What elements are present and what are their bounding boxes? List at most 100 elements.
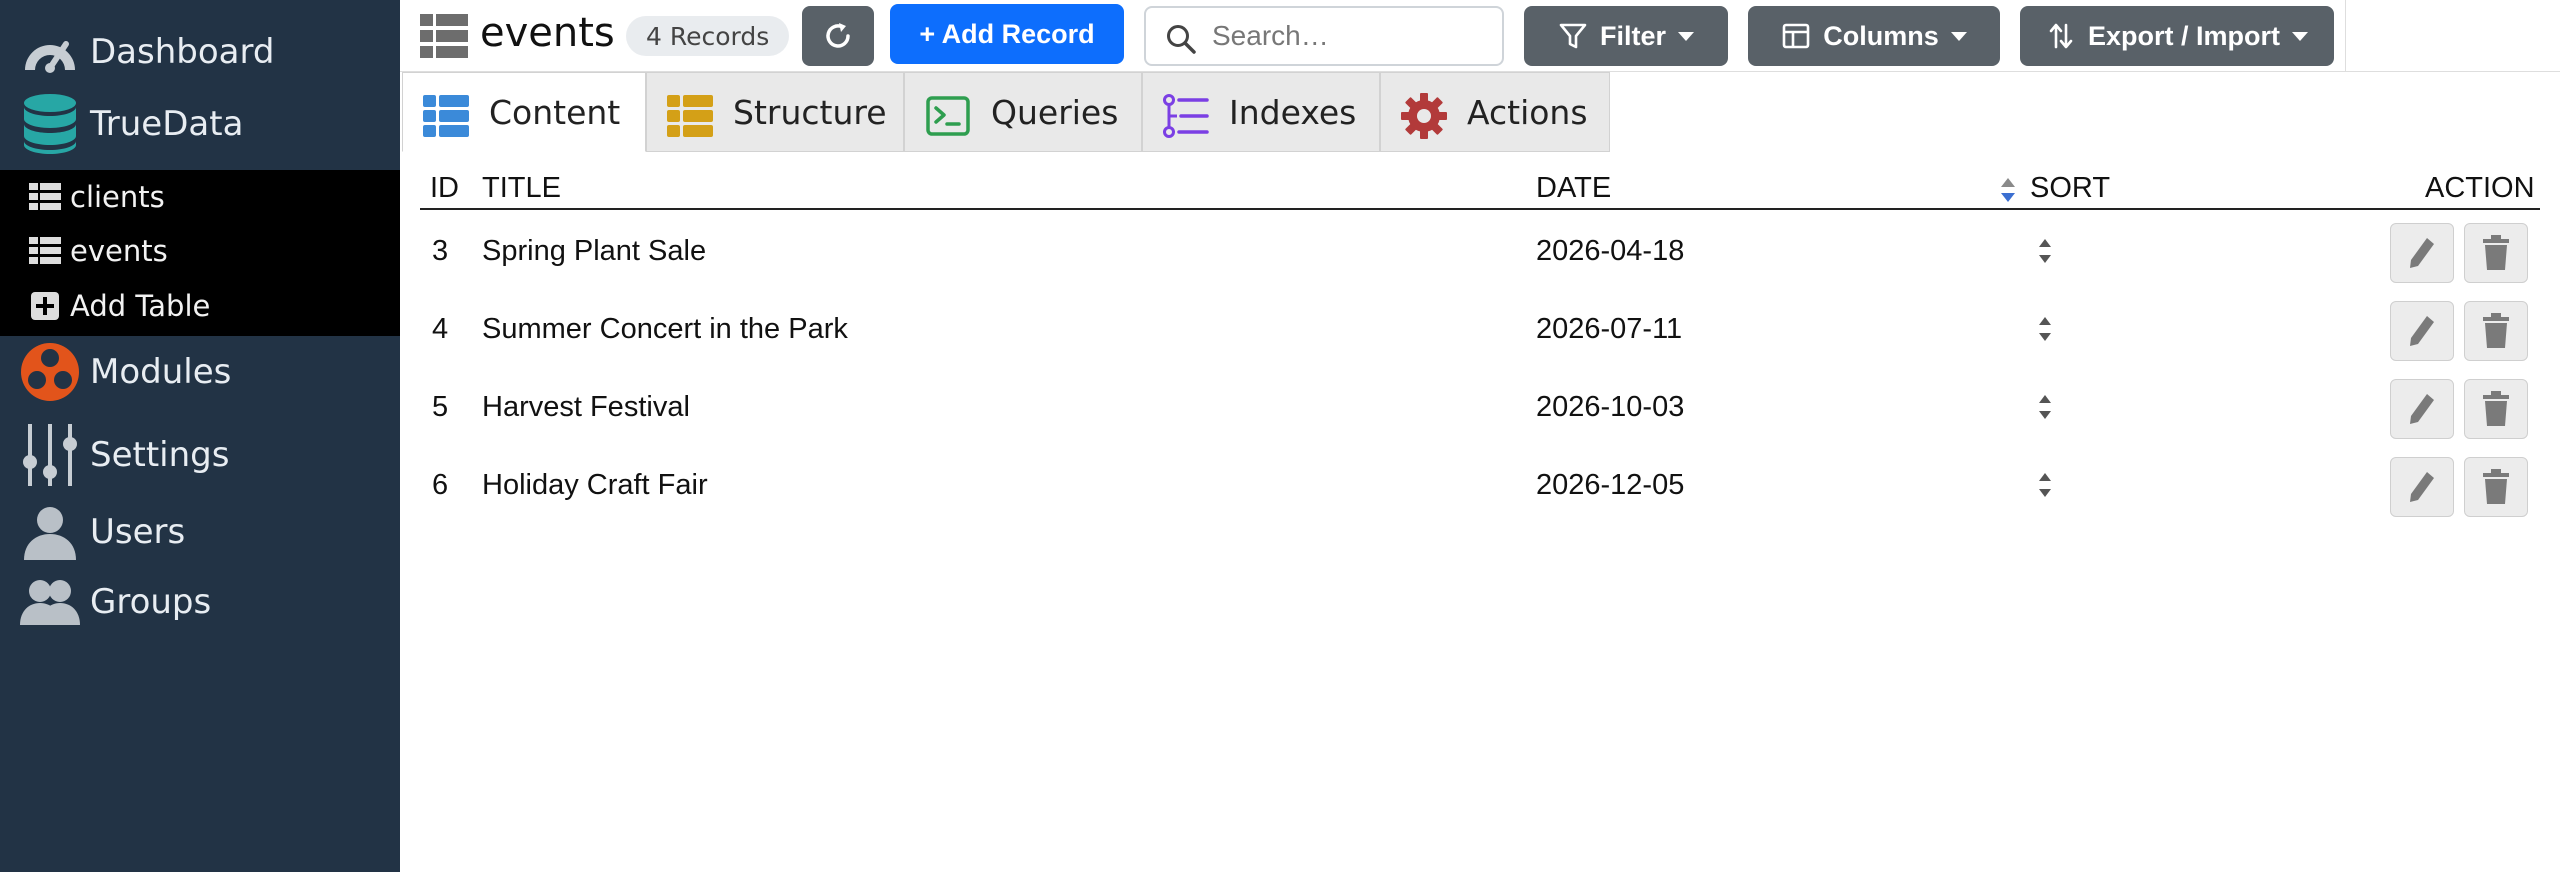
refresh-button[interactable]	[802, 6, 874, 66]
users-icon	[20, 572, 80, 632]
cell-title: Spring Plant Sale	[482, 235, 707, 267]
edit-button[interactable]	[2390, 301, 2454, 361]
drag-sort-handle-icon[interactable]	[2038, 237, 2054, 269]
sidebar-item-settings[interactable]: Settings	[0, 422, 400, 488]
search-box	[1144, 6, 1504, 66]
gear-icon	[1401, 93, 1447, 139]
sidebar-item-label: Settings	[90, 435, 230, 475]
drag-sort-handle-icon[interactable]	[2038, 471, 2054, 503]
add-record-button[interactable]: + Add Record	[890, 4, 1124, 64]
table-icon	[28, 234, 62, 268]
tab-label: Actions	[1467, 93, 1588, 132]
search-input[interactable]	[1212, 16, 1492, 56]
cell-title: Harvest Festival	[482, 391, 690, 423]
edit-button[interactable]	[2390, 379, 2454, 439]
tab-structure[interactable]: Structure	[646, 72, 904, 152]
table-header: ID TITLE DATE SORT ACTION	[420, 170, 2540, 210]
cell-id: 4	[432, 313, 449, 345]
delete-button[interactable]	[2464, 301, 2528, 361]
table-icon	[28, 180, 62, 214]
edit-button[interactable]	[2390, 457, 2454, 517]
sidebar-item-groups[interactable]: Groups	[0, 572, 400, 632]
delete-button[interactable]	[2464, 223, 2528, 283]
filter-icon	[1558, 21, 1588, 51]
tab-label: Queries	[991, 93, 1119, 132]
column-header-title[interactable]: TITLE	[482, 172, 561, 205]
columns-label: Columns	[1823, 20, 1939, 51]
tab-label: Indexes	[1229, 93, 1357, 132]
drag-sort-handle-icon[interactable]	[2038, 315, 2054, 347]
list-icon	[667, 93, 713, 139]
column-header-id[interactable]: ID	[430, 172, 459, 205]
trash-icon	[2481, 391, 2511, 427]
sidebar-table-events[interactable]: events	[0, 226, 400, 276]
tab-queries[interactable]: Queries	[904, 72, 1142, 152]
pencil-icon	[2407, 314, 2437, 348]
filter-button[interactable]: Filter	[1524, 6, 1728, 66]
edit-button[interactable]	[2390, 223, 2454, 283]
trash-icon	[2481, 235, 2511, 271]
add-table-button[interactable]: Add Table	[0, 281, 400, 331]
columns-icon	[1781, 21, 1811, 51]
sidebar-item-label: TrueData	[90, 104, 244, 144]
cell-date: 2026-10-03	[1536, 391, 1685, 423]
column-header-date[interactable]: DATE	[1536, 172, 1611, 205]
table-row: 6 Holiday Craft Fair 2026-12-05	[420, 447, 2540, 525]
tab-actions[interactable]: Actions	[1380, 72, 1610, 152]
export-import-label: Export / Import	[2087, 20, 2280, 51]
user-icon	[20, 502, 80, 562]
column-header-sort[interactable]: SORT	[2030, 172, 2110, 205]
pencil-icon	[2407, 392, 2437, 426]
sort-arrows-icon	[2046, 21, 2076, 51]
filter-label: Filter	[1599, 20, 1666, 51]
topbar: events 4 Records + Add Record Filter	[400, 0, 2560, 72]
plus-square-icon	[28, 289, 62, 323]
tab-indexes[interactable]: Indexes	[1142, 72, 1380, 152]
delete-button[interactable]	[2464, 379, 2528, 439]
chevron-down-icon	[1950, 31, 1967, 41]
sidebar-item-dashboard[interactable]: Dashboard	[0, 22, 400, 82]
refresh-icon	[822, 20, 854, 52]
trash-icon	[2481, 469, 2511, 505]
sidebar-item-label: Modules	[90, 352, 232, 392]
cell-date: 2026-04-18	[1536, 235, 1685, 267]
sidebar-item-users[interactable]: Users	[0, 502, 400, 562]
tab-content[interactable]: Content	[402, 72, 646, 152]
table-subnav: clients events Add Table	[0, 170, 400, 336]
cell-date: 2026-07-11	[1536, 313, 1683, 345]
cell-date: 2026-12-05	[1536, 469, 1685, 501]
sidebar: Dashboard TrueData clients events Add Ta…	[0, 0, 400, 872]
chevron-down-icon	[1678, 31, 1694, 41]
database-icon	[20, 94, 80, 154]
modules-icon	[20, 342, 80, 402]
topbar-divider	[2345, 0, 2346, 72]
cell-id: 6	[432, 469, 449, 501]
cell-title: Holiday Craft Fair	[482, 469, 708, 501]
terminal-icon	[925, 93, 971, 139]
add-table-label: Add Table	[70, 289, 211, 323]
tab-label: Structure	[733, 93, 887, 132]
tab-label: Content	[489, 93, 621, 132]
delete-button[interactable]	[2464, 457, 2528, 517]
gauge-icon	[20, 22, 80, 82]
sidebar-item-label: Users	[90, 512, 186, 552]
export-import-button[interactable]: Export / Import	[2020, 6, 2334, 66]
pencil-icon	[2407, 470, 2437, 504]
sidebar-item-label: Groups	[90, 582, 212, 622]
sidebar-table-label: events	[70, 234, 168, 268]
table-row: 4 Summer Concert in the Park 2026-07-11	[420, 291, 2540, 369]
cell-title: Summer Concert in the Park	[482, 313, 848, 345]
list-tree-icon	[1163, 93, 1209, 139]
sidebar-item-label: Dashboard	[90, 32, 275, 72]
columns-button[interactable]: Columns	[1748, 6, 2000, 66]
search-icon	[1166, 24, 1196, 54]
cell-id: 3	[432, 235, 449, 267]
sliders-icon	[20, 424, 80, 486]
sidebar-item-truedata[interactable]: TrueData	[0, 94, 400, 154]
sidebar-item-modules[interactable]: Modules	[0, 342, 400, 402]
table-icon	[420, 14, 468, 58]
sidebar-table-clients[interactable]: clients	[0, 172, 400, 222]
sort-direction-icon[interactable]	[1998, 176, 2018, 206]
column-header-action: ACTION	[2425, 172, 2535, 204]
drag-sort-handle-icon[interactable]	[2038, 393, 2054, 425]
